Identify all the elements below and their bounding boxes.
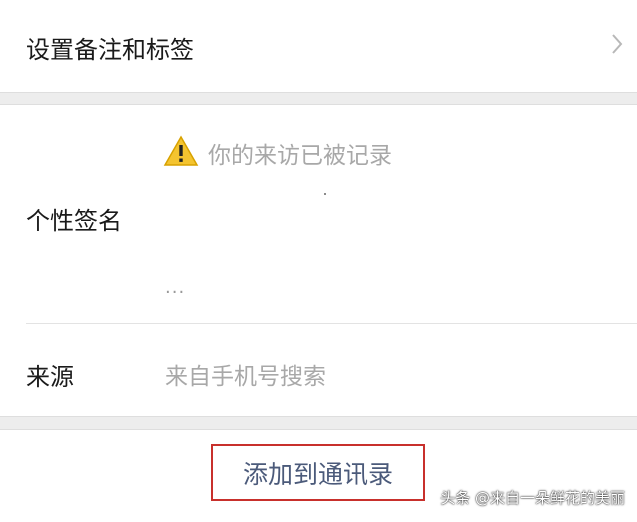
signature-dot bbox=[324, 193, 326, 195]
profile-info-section: 个性签名 你的来访已被记录 ... 来源 来自手机号搜索 bbox=[0, 104, 637, 417]
source-value: 来自手机号搜索 bbox=[165, 364, 326, 390]
source-label: 来源 bbox=[26, 363, 74, 391]
add-to-contacts-button[interactable]: 添加到通讯录 bbox=[211, 444, 425, 501]
warning-icon bbox=[163, 135, 199, 171]
watermark: 头条 @来自一朵鲜花的美丽 bbox=[440, 489, 625, 507]
row-divider bbox=[26, 323, 637, 324]
action-section: 添加到通讯录 bbox=[0, 429, 637, 522]
signature-text: 你的来访已被记录 bbox=[208, 143, 392, 169]
signature-ellipsis: ... bbox=[165, 277, 186, 298]
chevron-right-icon bbox=[611, 33, 623, 59]
remark-tags-label: 设置备注和标签 bbox=[26, 36, 194, 64]
signature-label: 个性签名 bbox=[26, 207, 122, 235]
remark-tags-row[interactable]: 设置备注和标签 bbox=[0, 0, 637, 93]
